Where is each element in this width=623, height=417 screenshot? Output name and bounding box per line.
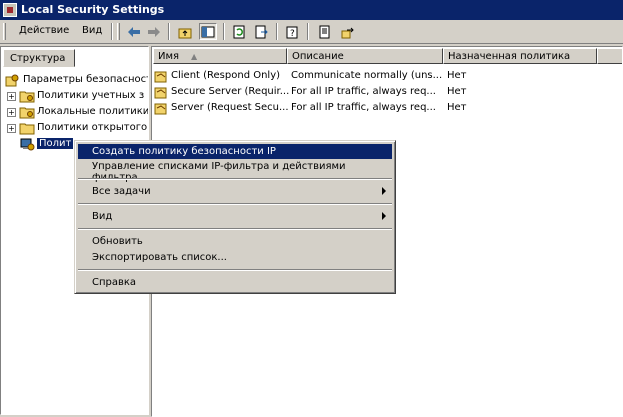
up-folder-icon[interactable]: [176, 23, 194, 40]
menu-item-create-ip-policy[interactable]: Создать политику безопасности IP: [78, 144, 392, 159]
toolbar-separator: [276, 23, 278, 40]
table-row[interactable]: Server (Request Secu... For all IP traff…: [154, 100, 622, 116]
menu-view[interactable]: Вид: [82, 25, 102, 36]
refresh-icon[interactable]: [230, 23, 248, 40]
menu-item-export-list[interactable]: Экспортировать список...: [78, 250, 392, 265]
menu-item-help[interactable]: Справка: [78, 275, 392, 290]
folder-icon: [19, 107, 35, 119]
tab-structure[interactable]: Структура: [3, 49, 75, 67]
menu-separator: [78, 228, 392, 230]
tree-item-account-policies[interactable]: + Политики учетных з: [1, 88, 148, 104]
submenu-arrow-icon: [382, 187, 386, 195]
cell-assigned: Нет: [447, 86, 467, 97]
menu-separator: [78, 269, 392, 271]
table-row[interactable]: Client (Respond Only) Communicate normal…: [154, 68, 622, 84]
cell-assigned: Нет: [447, 102, 467, 113]
column-header-assigned[interactable]: Назначенная политика: [443, 48, 597, 64]
app-icon: [3, 3, 17, 17]
folder-icon: [19, 123, 35, 135]
policy-icon: [154, 87, 167, 99]
tree-item-label: Локальные политики: [37, 106, 149, 117]
back-arrow-icon[interactable]: [125, 23, 143, 40]
expand-icon[interactable]: +: [7, 108, 16, 117]
cell-assigned: Нет: [447, 70, 467, 81]
menu-action[interactable]: Действие: [19, 25, 69, 36]
toolbar-grip[interactable]: [3, 23, 6, 40]
show-hide-tree-icon[interactable]: [199, 23, 217, 40]
cell-description: For all IP traffic, always req...: [291, 102, 436, 113]
cell-name: Secure Server (Requir...: [171, 86, 290, 97]
toolbar-separator: [111, 23, 113, 40]
column-header-filler: [597, 48, 622, 64]
tree-item-label: Политики открытого: [37, 122, 148, 133]
manage-filter-icon[interactable]: [339, 23, 357, 40]
tree-item-security-settings[interactable]: Параметры безопасност: [1, 72, 149, 88]
help-icon[interactable]: ?: [283, 23, 301, 40]
title-bar: Local Security Settings: [0, 0, 623, 20]
menu-item-refresh[interactable]: Обновить: [78, 234, 392, 249]
tree-item-local-policies[interactable]: + Локальные политики: [1, 104, 149, 120]
toolbar-separator: [168, 23, 170, 40]
export-list-icon[interactable]: [252, 23, 270, 40]
folder-icon: [19, 91, 35, 103]
cell-description: Communicate normally (uns...: [291, 70, 443, 81]
table-row[interactable]: Secure Server (Requir... For all IP traf…: [154, 84, 622, 100]
context-menu: Создать политику безопасности IP Управле…: [74, 140, 396, 294]
column-header-name[interactable]: Имя ▲: [153, 48, 287, 64]
window-title: Local Security Settings: [21, 3, 165, 16]
menu-item-all-tasks[interactable]: Все задачи: [78, 184, 392, 199]
tree-item-label: Полит: [37, 138, 74, 149]
submenu-arrow-icon: [382, 212, 386, 220]
expand-icon[interactable]: +: [7, 92, 16, 101]
security-settings-icon: [5, 74, 19, 87]
cell-name: Server (Request Secu...: [171, 102, 289, 113]
tree-item-public-key-policies[interactable]: + Политики открытого: [1, 120, 148, 136]
menu-separator: [78, 178, 392, 180]
tree-item-label: Политики учетных з: [37, 90, 145, 101]
toolbar: Действие Вид ?: [0, 20, 623, 44]
ip-security-icon: [20, 138, 35, 151]
column-header-description[interactable]: Описание: [287, 48, 443, 64]
cell-description: For all IP traffic, always req...: [291, 86, 436, 97]
svg-text:?: ?: [290, 29, 295, 39]
add-policy-icon[interactable]: [315, 23, 333, 40]
cell-name: Client (Respond Only): [171, 70, 281, 81]
policy-icon: [154, 103, 167, 115]
menu-item-manage-filters[interactable]: Управление списками IP-фильтра и действи…: [78, 159, 392, 183]
tree-item-label: Параметры безопасност: [23, 74, 149, 85]
sort-ascending-icon: ▲: [191, 52, 198, 61]
forward-arrow-icon[interactable]: [145, 23, 163, 40]
policy-icon: [154, 71, 167, 83]
toolbar-separator: [307, 23, 309, 40]
menu-separator: [78, 203, 392, 205]
toolbar-separator: [223, 23, 225, 40]
menu-item-view[interactable]: Вид: [78, 209, 392, 224]
expand-icon[interactable]: +: [7, 124, 16, 133]
toolbar-grip[interactable]: [117, 23, 120, 40]
